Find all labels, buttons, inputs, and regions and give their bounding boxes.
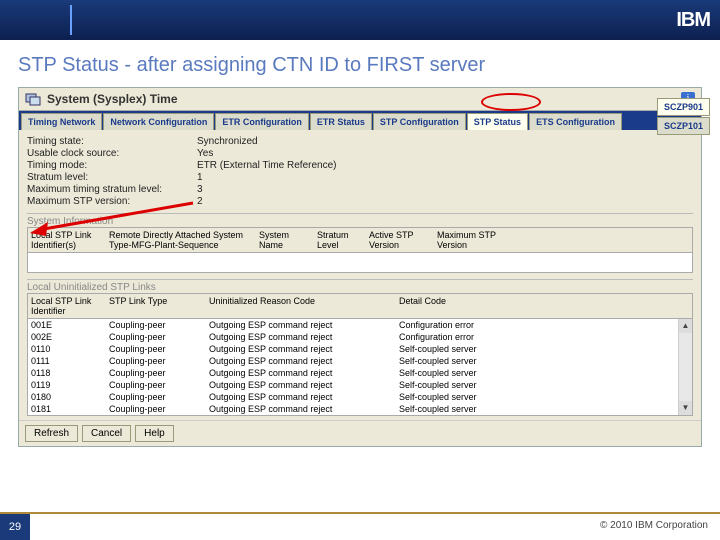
uninit-label: Local Uninitialized STP Links — [27, 279, 693, 293]
label-timing-state: Timing state: — [27, 136, 197, 147]
table-row[interactable]: 0119Coupling-peerOutgoing ESP command re… — [28, 379, 692, 391]
value-timing-mode: ETR (External Time Reference) — [197, 160, 693, 171]
side-tab-sczp101[interactable]: SCZP101 — [657, 117, 710, 135]
cell-detail: Self-coupled server — [396, 391, 504, 403]
cell-type: Coupling-peer — [106, 379, 206, 391]
sysinfo-col-localid: Local STP Link Identifier(s) — [28, 228, 106, 252]
sysinfo-col-sysname: System Name — [256, 228, 314, 252]
cell-reason: Outgoing ESP command reject — [206, 355, 396, 367]
scrollbar[interactable]: ▲ ▼ — [678, 319, 692, 415]
value-stratum: 1 — [197, 172, 693, 183]
value-max-stratum: 3 — [197, 184, 693, 195]
tab-stp-status[interactable]: STP Status — [467, 113, 528, 130]
cell-id: 002E — [28, 331, 106, 343]
status-grid: Timing state:Synchronized Usable clock s… — [27, 136, 693, 207]
cell-reason: Outgoing ESP command reject — [206, 403, 396, 415]
cell-detail: Self-coupled server — [396, 343, 504, 355]
cell-type: Coupling-peer — [106, 319, 206, 331]
value-usable-clock: Yes — [197, 148, 693, 159]
table-row[interactable]: 0181Coupling-peerOutgoing ESP command re… — [28, 403, 692, 415]
window-titlebar: System (Sysplex) Time i — [19, 88, 701, 111]
table-row[interactable]: 0118Coupling-peerOutgoing ESP command re… — [28, 367, 692, 379]
cell-id: 0181 — [28, 403, 106, 415]
uninit-body: 001ECoupling-peerOutgoing ESP command re… — [27, 319, 693, 416]
cell-reason: Outgoing ESP command reject — [206, 331, 396, 343]
stp-window: System (Sysplex) Time i Timing NetworkNe… — [18, 87, 702, 447]
sysinfo-body — [27, 253, 693, 273]
sysinfo-col-remote: Remote Directly Attached System Type-MFG… — [106, 228, 256, 252]
side-tabs: SCZP901SCZP101 — [657, 98, 710, 135]
sysplex-icon — [25, 91, 41, 107]
cell-detail: Configuration error — [396, 319, 504, 331]
cell-id: 0110 — [28, 343, 106, 355]
label-timing-mode: Timing mode: — [27, 160, 197, 171]
table-row[interactable]: 001ECoupling-peerOutgoing ESP command re… — [28, 319, 692, 331]
tab-ets-configuration[interactable]: ETS Configuration — [529, 113, 622, 130]
sysinfo-col-max: Maximum STP Version — [434, 228, 514, 252]
tab-etr-configuration[interactable]: ETR Configuration — [215, 113, 309, 130]
cell-reason: Outgoing ESP command reject — [206, 319, 396, 331]
sysinfo-col-stratum: Stratum Level — [314, 228, 366, 252]
cell-type: Coupling-peer — [106, 391, 206, 403]
value-max-stp-ver: 2 — [197, 196, 693, 207]
label-max-stp-ver: Maximum STP version: — [27, 196, 197, 207]
value-timing-state: Synchronized — [197, 136, 693, 147]
cell-type: Coupling-peer — [106, 331, 206, 343]
side-tab-sczp901[interactable]: SCZP901 — [657, 98, 710, 116]
cell-reason: Outgoing ESP command reject — [206, 367, 396, 379]
uninit-col-detail: Detail Code — [396, 294, 516, 318]
sysinfo-label: System Information — [27, 213, 693, 227]
uninit-header: Local STP Link Identifier STP Link Type … — [27, 293, 693, 319]
cell-type: Coupling-peer — [106, 343, 206, 355]
cancel-button[interactable]: Cancel — [82, 425, 131, 442]
copyright: © 2010 IBM Corporation — [588, 514, 720, 540]
cell-id: 0111 — [28, 355, 106, 367]
uninit-col-type: STP Link Type — [106, 294, 206, 318]
sysinfo-col-active: Active STP Version — [366, 228, 434, 252]
page-number: 29 — [0, 514, 30, 540]
cell-type: Coupling-peer — [106, 355, 206, 367]
window-title: System (Sysplex) Time — [47, 92, 178, 106]
tab-timing-network[interactable]: Timing Network — [21, 113, 102, 130]
cell-detail: Self-coupled server — [396, 403, 504, 415]
cell-detail: Self-coupled server — [396, 379, 504, 391]
footer: 29 © 2010 IBM Corporation — [0, 512, 720, 540]
tab-stp-configuration[interactable]: STP Configuration — [373, 113, 466, 130]
cell-reason: Outgoing ESP command reject — [206, 379, 396, 391]
tab-network-configuration[interactable]: Network Configuration — [103, 113, 214, 130]
table-row[interactable]: 0110Coupling-peerOutgoing ESP command re… — [28, 343, 692, 355]
help-button[interactable]: Help — [135, 425, 174, 442]
label-usable-clock: Usable clock source: — [27, 148, 197, 159]
cell-id: 0119 — [28, 379, 106, 391]
table-row[interactable]: 0111Coupling-peerOutgoing ESP command re… — [28, 355, 692, 367]
label-max-stratum: Maximum timing stratum level: — [27, 184, 197, 195]
tab-etr-status[interactable]: ETR Status — [310, 113, 372, 130]
cell-type: Coupling-peer — [106, 403, 206, 415]
button-row: Refresh Cancel Help — [19, 420, 701, 446]
cell-detail: Self-coupled server — [396, 355, 504, 367]
tab-bar: Timing NetworkNetwork ConfigurationETR C… — [19, 111, 701, 130]
cell-id: 0180 — [28, 391, 106, 403]
cell-id: 0118 — [28, 367, 106, 379]
cell-id: 001E — [28, 319, 106, 331]
label-stratum: Stratum level: — [27, 172, 197, 183]
cell-detail: Self-coupled server — [396, 367, 504, 379]
cell-reason: Outgoing ESP command reject — [206, 343, 396, 355]
scroll-down-icon[interactable]: ▼ — [679, 401, 692, 415]
accent-stripe — [70, 5, 72, 35]
slide-title: STP Status - after assigning CTN ID to F… — [0, 40, 720, 87]
cell-reason: Outgoing ESP command reject — [206, 391, 396, 403]
table-row[interactable]: 002ECoupling-peerOutgoing ESP command re… — [28, 331, 692, 343]
uninit-col-reason: Uninitialized Reason Code — [206, 294, 396, 318]
table-row[interactable]: 0180Coupling-peerOutgoing ESP command re… — [28, 391, 692, 403]
uninit-col-id: Local STP Link Identifier — [28, 294, 106, 318]
ibm-logo: IBM — [676, 9, 710, 32]
cell-detail: Configuration error — [396, 331, 504, 343]
refresh-button[interactable]: Refresh — [25, 425, 78, 442]
scroll-up-icon[interactable]: ▲ — [679, 319, 692, 333]
sysinfo-header: Local STP Link Identifier(s) Remote Dire… — [27, 227, 693, 253]
panel-body: Timing state:Synchronized Usable clock s… — [19, 130, 701, 420]
title-bar: IBM — [0, 0, 720, 40]
cell-type: Coupling-peer — [106, 367, 206, 379]
